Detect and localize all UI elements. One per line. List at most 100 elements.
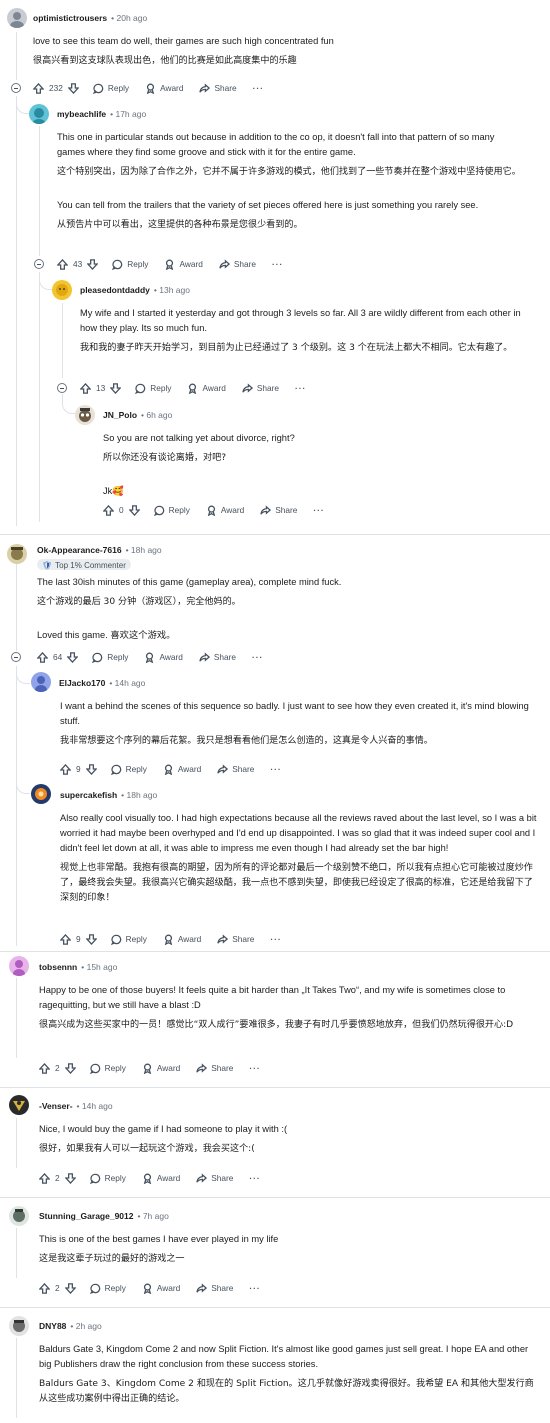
award-button[interactable]: Award [142,1173,180,1184]
collapse-button[interactable] [34,259,44,269]
avatar[interactable] [7,544,27,564]
upvote-icon[interactable] [80,382,91,394]
downvote-icon[interactable] [85,933,97,945]
avatar[interactable] [9,956,29,976]
downvote-icon[interactable] [85,763,97,775]
upvote-icon[interactable] [39,1282,50,1294]
reply-button[interactable]: Reply [153,505,190,516]
username[interactable]: -Venser- [39,1101,73,1111]
upvote-icon[interactable] [39,1062,50,1074]
username[interactable]: supercakefish [60,790,117,800]
username[interactable]: JN_Polo [103,410,137,420]
comment-icon [89,1173,100,1184]
reply-button[interactable]: Reply [110,764,147,775]
downvote-icon[interactable] [110,382,122,394]
award-icon [143,1283,152,1294]
more-options-icon[interactable]: ··· [270,764,281,774]
award-icon [189,383,197,394]
username[interactable]: mybeachlife [57,109,106,119]
upvote-icon[interactable] [60,933,71,945]
upvote-icon[interactable] [57,258,68,270]
downvote-icon[interactable] [64,1282,76,1294]
share-button[interactable]: Share [217,763,254,775]
downvote-icon[interactable] [64,1062,76,1074]
avatar[interactable] [29,104,49,124]
more-options-icon[interactable]: ··· [249,1283,260,1293]
reply-button[interactable]: Reply [89,1283,126,1294]
more-options-icon[interactable]: ··· [249,1173,260,1183]
comment-translation: 从预告片中可以看出，这里提供的各种布景是您很少看到的。 [57,220,303,230]
username[interactable]: optimistictrousers [33,13,107,23]
reply-button[interactable]: Reply [92,83,129,94]
more-options-icon[interactable]: ··· [253,83,264,93]
award-button[interactable]: Award [163,934,201,945]
award-button[interactable]: Award [164,259,203,270]
upvote-icon[interactable] [37,651,48,663]
thread-separator [0,1087,550,1088]
comment-translation: Baldurs Gate 3、Kingdom Come 2 和现在的 Split… [39,1379,534,1404]
avatar[interactable] [31,672,51,692]
avatar[interactable] [31,784,51,804]
reply-button[interactable]: Reply [112,259,148,270]
username[interactable]: Ok-Appearance-7616 [37,545,122,555]
downvote-icon[interactable] [67,82,79,94]
downvote-icon[interactable] [64,1172,76,1184]
downvote-icon[interactable] [128,504,140,516]
vote-count: 2 [55,1283,60,1293]
share-button[interactable]: Share [217,933,254,945]
comment-body: This is one of the best games I have eve… [39,1232,539,1267]
award-button[interactable]: Award [187,383,226,394]
username[interactable]: Stunning_Garage_9012 [39,1211,133,1221]
more-options-icon[interactable]: ··· [249,1063,260,1073]
upvote-icon[interactable] [60,763,71,775]
username[interactable]: ElJacko170 [59,678,105,688]
share-button[interactable]: Share [196,1282,233,1294]
avatar[interactable] [75,405,95,425]
share-button[interactable]: Share [199,82,237,94]
award-button[interactable]: Award [163,764,201,775]
collapse-button[interactable] [11,652,21,662]
avatar[interactable] [7,8,27,28]
avatar[interactable] [9,1206,29,1226]
downvote-icon[interactable] [87,258,99,270]
more-options-icon[interactable]: ··· [270,934,281,944]
username[interactable]: DNY88 [39,1321,66,1331]
more-options-icon[interactable]: ··· [313,505,324,515]
award-button[interactable]: Award [142,1283,180,1294]
award-button[interactable]: Award [206,505,244,516]
comment-icon [92,83,104,94]
downvote-icon[interactable] [67,651,79,663]
more-options-icon[interactable]: ··· [295,383,306,393]
share-button[interactable]: Share [196,1172,233,1184]
comment-text: Loved this game. 喜欢这个游戏。 [37,630,176,640]
award-button[interactable]: Award [142,1063,180,1074]
avatar[interactable] [9,1316,29,1336]
username[interactable]: tobsennn [39,962,77,972]
reply-button[interactable]: Reply [89,1063,126,1074]
share-button[interactable]: Share [196,1062,233,1074]
share-button[interactable]: Share [199,651,236,663]
reply-button[interactable]: Reply [135,383,171,394]
avatar[interactable] [9,1095,29,1115]
avatar[interactable] [52,280,72,300]
comment-text: My wife and I started it yesterday and g… [80,308,521,333]
thread-curve [16,102,30,114]
reply-button[interactable]: Reply [92,652,128,663]
comment-text: Jk🥰 [103,486,124,496]
award-icon [146,83,155,94]
more-options-icon[interactable]: ··· [272,259,283,269]
more-options-icon[interactable]: ··· [252,652,263,662]
collapse-button[interactable] [57,383,67,393]
award-button[interactable]: Award [144,652,183,663]
share-button[interactable]: Share [260,504,297,516]
upvote-icon[interactable] [103,504,114,516]
share-button[interactable]: Share [219,258,256,270]
share-button[interactable]: Share [242,382,279,394]
reply-button[interactable]: Reply [110,934,147,945]
upvote-icon[interactable] [39,1172,50,1184]
award-button[interactable]: Award [145,83,183,94]
reply-button[interactable]: Reply [89,1173,126,1184]
collapse-button[interactable] [11,83,21,93]
username[interactable]: pleasedontdaddy [80,285,150,295]
upvote-icon[interactable] [33,82,44,94]
